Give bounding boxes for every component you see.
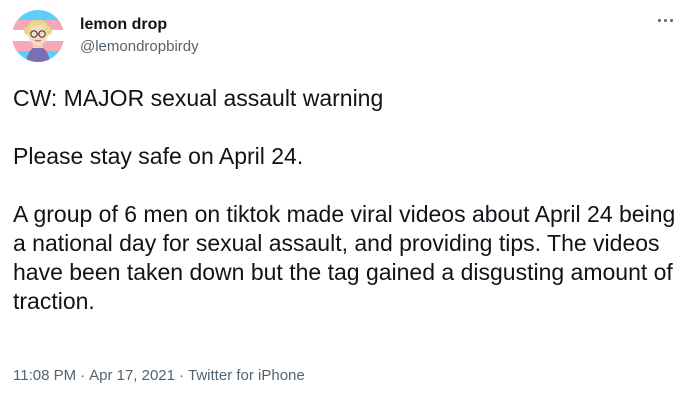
tweet-time: 11:08 PM xyxy=(13,367,77,384)
more-horizontal-icon xyxy=(656,18,674,22)
avatar-image xyxy=(12,10,64,62)
separator: · xyxy=(179,367,184,384)
tweet-timestamp[interactable]: 11:08 PM · Apr 17, 2021 xyxy=(13,367,175,384)
avatar[interactable] xyxy=(12,10,64,62)
tweet-date: Apr 17, 2021 xyxy=(89,367,175,384)
tweet-content-warning: CW: MAJOR sexual assault warning xyxy=(13,85,384,111)
tweet-paragraph: Please stay safe on April 24. xyxy=(13,143,304,169)
user-handle[interactable]: @lemondropbirdy xyxy=(80,37,199,57)
tweet-source-link[interactable]: Twitter for iPhone xyxy=(188,367,305,384)
display-name[interactable]: lemon drop xyxy=(80,15,167,35)
tweet-text: CW: MAJOR sexual assault warning Please … xyxy=(13,84,678,316)
tweet-paragraph: A group of 6 men on tiktok made viral vi… xyxy=(13,201,676,314)
tweet-card: lemon drop @lemondropbirdy CW: MAJOR sex… xyxy=(0,0,691,400)
more-options-button[interactable] xyxy=(651,10,679,30)
tweet-metadata: 11:08 PM · Apr 17, 2021 · Twitter for iPhone xyxy=(13,366,305,386)
separator: · xyxy=(80,367,86,384)
